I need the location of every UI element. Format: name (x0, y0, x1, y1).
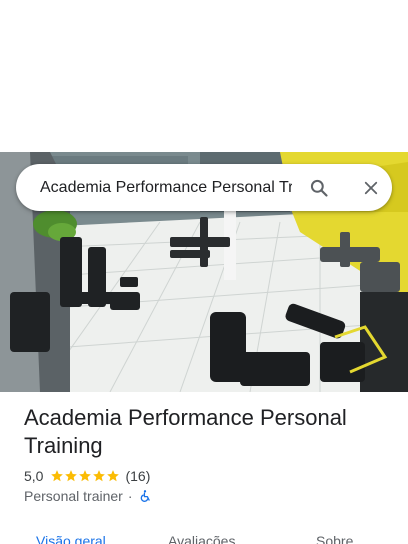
category-row: Personal trainer · (24, 488, 394, 504)
close-icon (364, 181, 378, 194)
tab-bar: Visão geral Avaliações Sobre (0, 530, 408, 544)
search-icon (310, 179, 328, 197)
wheelchair-icon[interactable] (138, 489, 152, 503)
review-count[interactable]: (16) (125, 468, 150, 484)
star-icon (79, 470, 92, 482)
separator-dot: · (127, 488, 133, 504)
star-icon (93, 470, 106, 482)
star-icon (51, 470, 64, 482)
place-category: Personal trainer (24, 488, 123, 504)
place-info: Academia Performance Personal Training 5… (24, 404, 394, 504)
search-button[interactable] (304, 173, 334, 203)
star-icon (65, 470, 78, 482)
star-rating (50, 469, 120, 483)
place-title: Academia Performance Personal Training (24, 405, 347, 458)
tab-reviews[interactable]: Avaliações (168, 533, 235, 544)
close-button[interactable] (356, 173, 386, 203)
tab-about[interactable]: Sobre (316, 533, 353, 544)
blank-header-area (0, 0, 408, 152)
tab-overview[interactable]: Visão geral (36, 533, 106, 544)
star-icon (107, 470, 120, 482)
rating-value: 5,0 (24, 468, 44, 484)
search-input[interactable]: Academia Performance Personal Training (40, 179, 292, 197)
search-bar[interactable]: Academia Performance Personal Training (16, 164, 392, 211)
rating-row[interactable]: 5,0 (16) (24, 468, 394, 484)
